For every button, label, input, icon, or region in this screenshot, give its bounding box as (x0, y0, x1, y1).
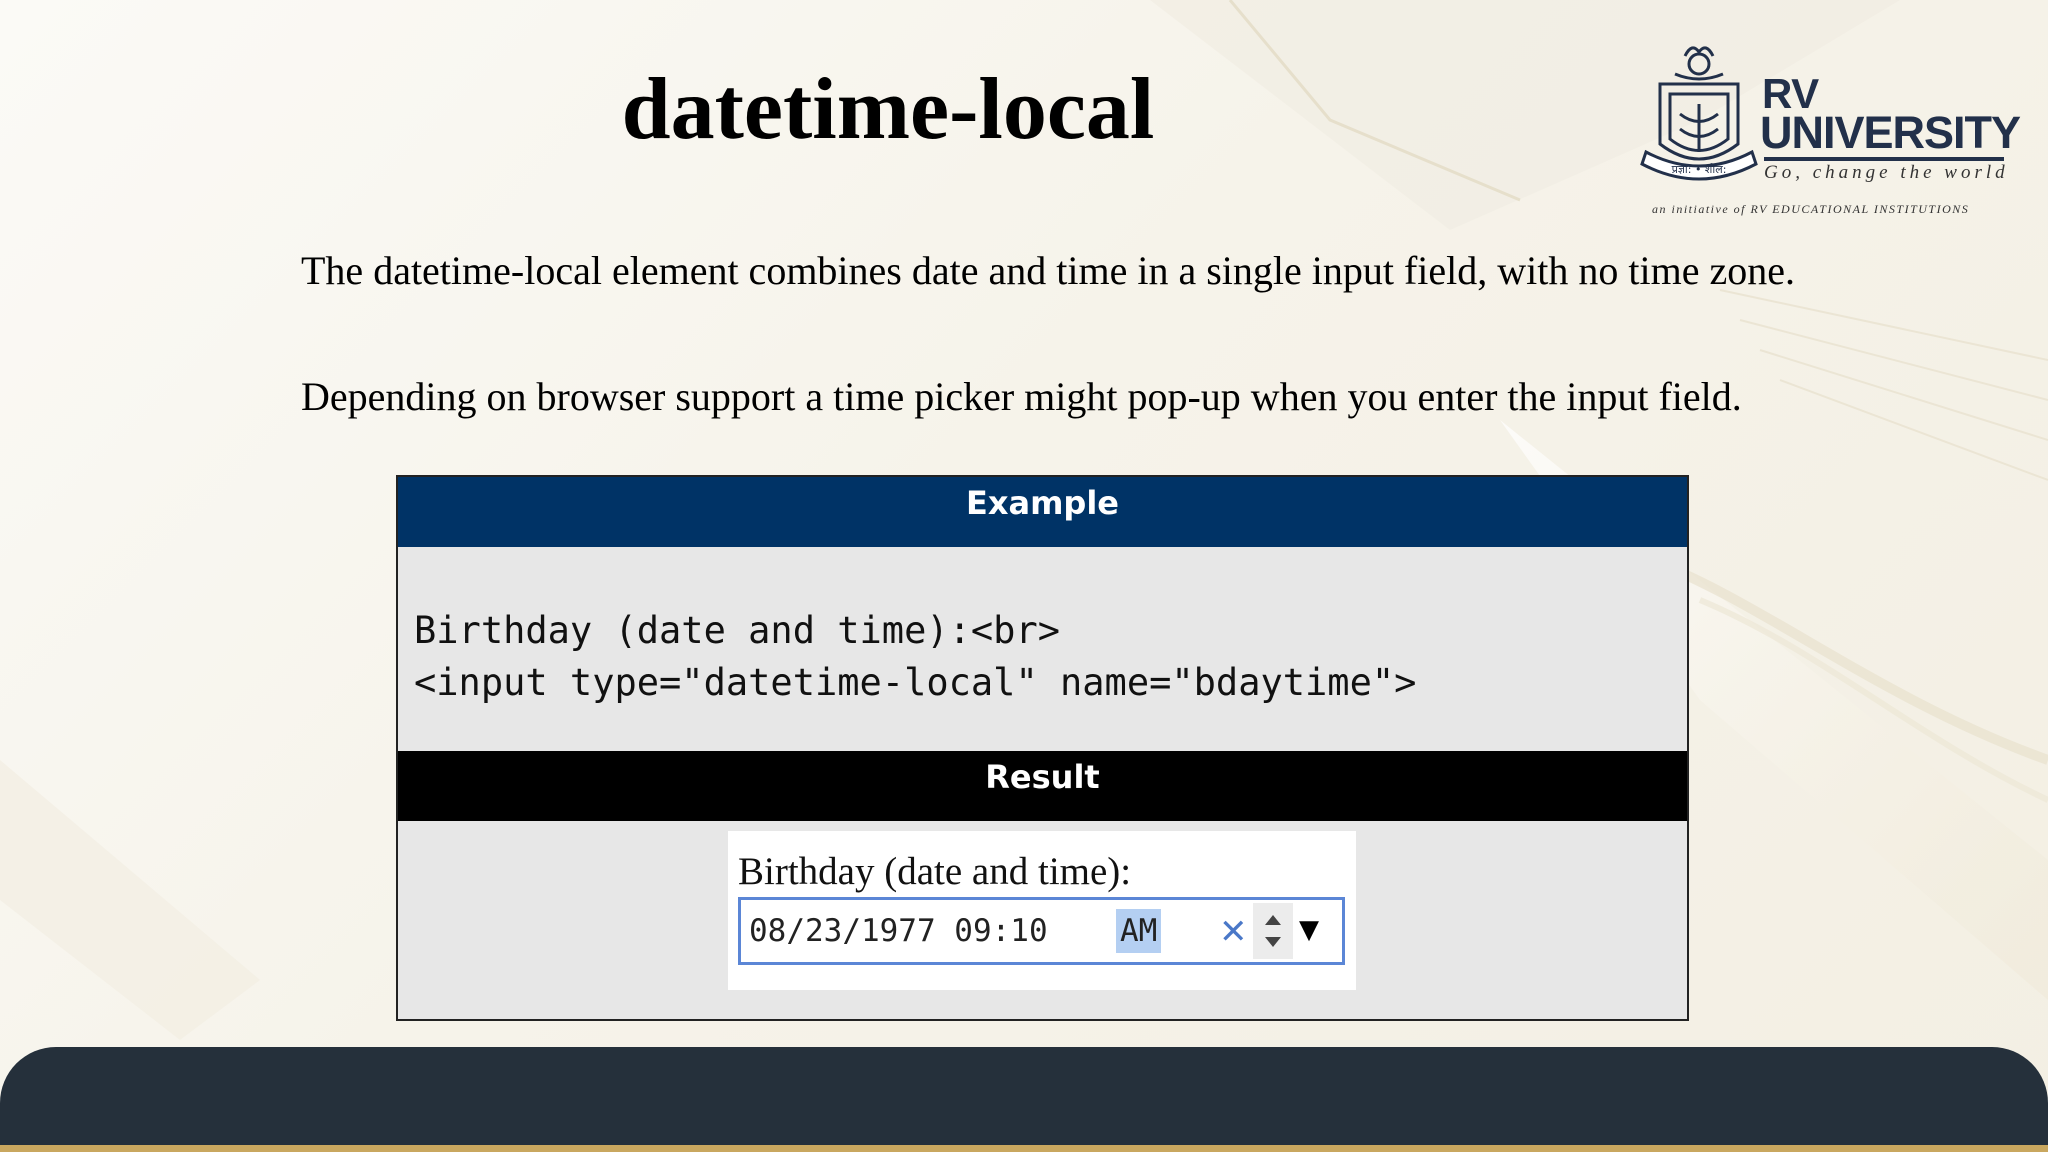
footer-accent-line (0, 1145, 2048, 1152)
example-header: Example (398, 477, 1687, 547)
spinner-icon[interactable] (1253, 903, 1293, 959)
description-paragraph-1: The datetime-local element combines date… (301, 248, 1795, 293)
logo-university: UNIVERSITY (1760, 107, 2021, 158)
rv-university-logo: प्रज्ञा: • शील: RV UNIVERSITY Go, change… (1640, 34, 2021, 224)
datetime-local-input[interactable]: 08/23/1977 09:10 AM ✕ ▼ (738, 897, 1345, 965)
svg-text:प्रज्ञा: • शील:: प्रज्ञा: • शील: (1672, 163, 1727, 176)
example-code: Birthday (date and time):<br> <input typ… (398, 547, 1687, 751)
university-emblem-icon: प्रज्ञा: • शील: (1640, 46, 1758, 181)
description-paragraph-2: Depending on browser support a time pick… (301, 374, 1742, 419)
result-preview: Birthday (date and time): 08/23/1977 09:… (728, 831, 1356, 990)
code-line-1: Birthday (date and time):<br> (414, 609, 1061, 652)
datetime-value[interactable]: 08/23/1977 09:10 (749, 912, 1048, 950)
birthday-label: Birthday (date and time): (738, 850, 1132, 893)
footer-bar (0, 1047, 2048, 1145)
code-line-2: <input type="datetime-local" name="bdayt… (414, 661, 1417, 704)
triangle-down-icon[interactable]: ▼ (1299, 910, 1319, 950)
logo-tagline: Go, change the world (1764, 162, 2009, 183)
logo-initiative: an initiative of RV EDUCATIONAL INSTITUT… (1652, 202, 1970, 216)
result-header: Result (398, 751, 1687, 821)
logo-divider (1764, 157, 2004, 161)
ampm-field[interactable]: AM (1116, 909, 1162, 953)
example-box: Example Birthday (date and time):<br> <i… (396, 475, 1689, 1021)
slide-title: datetime-local (621, 61, 1155, 158)
close-icon[interactable]: ✕ (1219, 910, 1248, 954)
